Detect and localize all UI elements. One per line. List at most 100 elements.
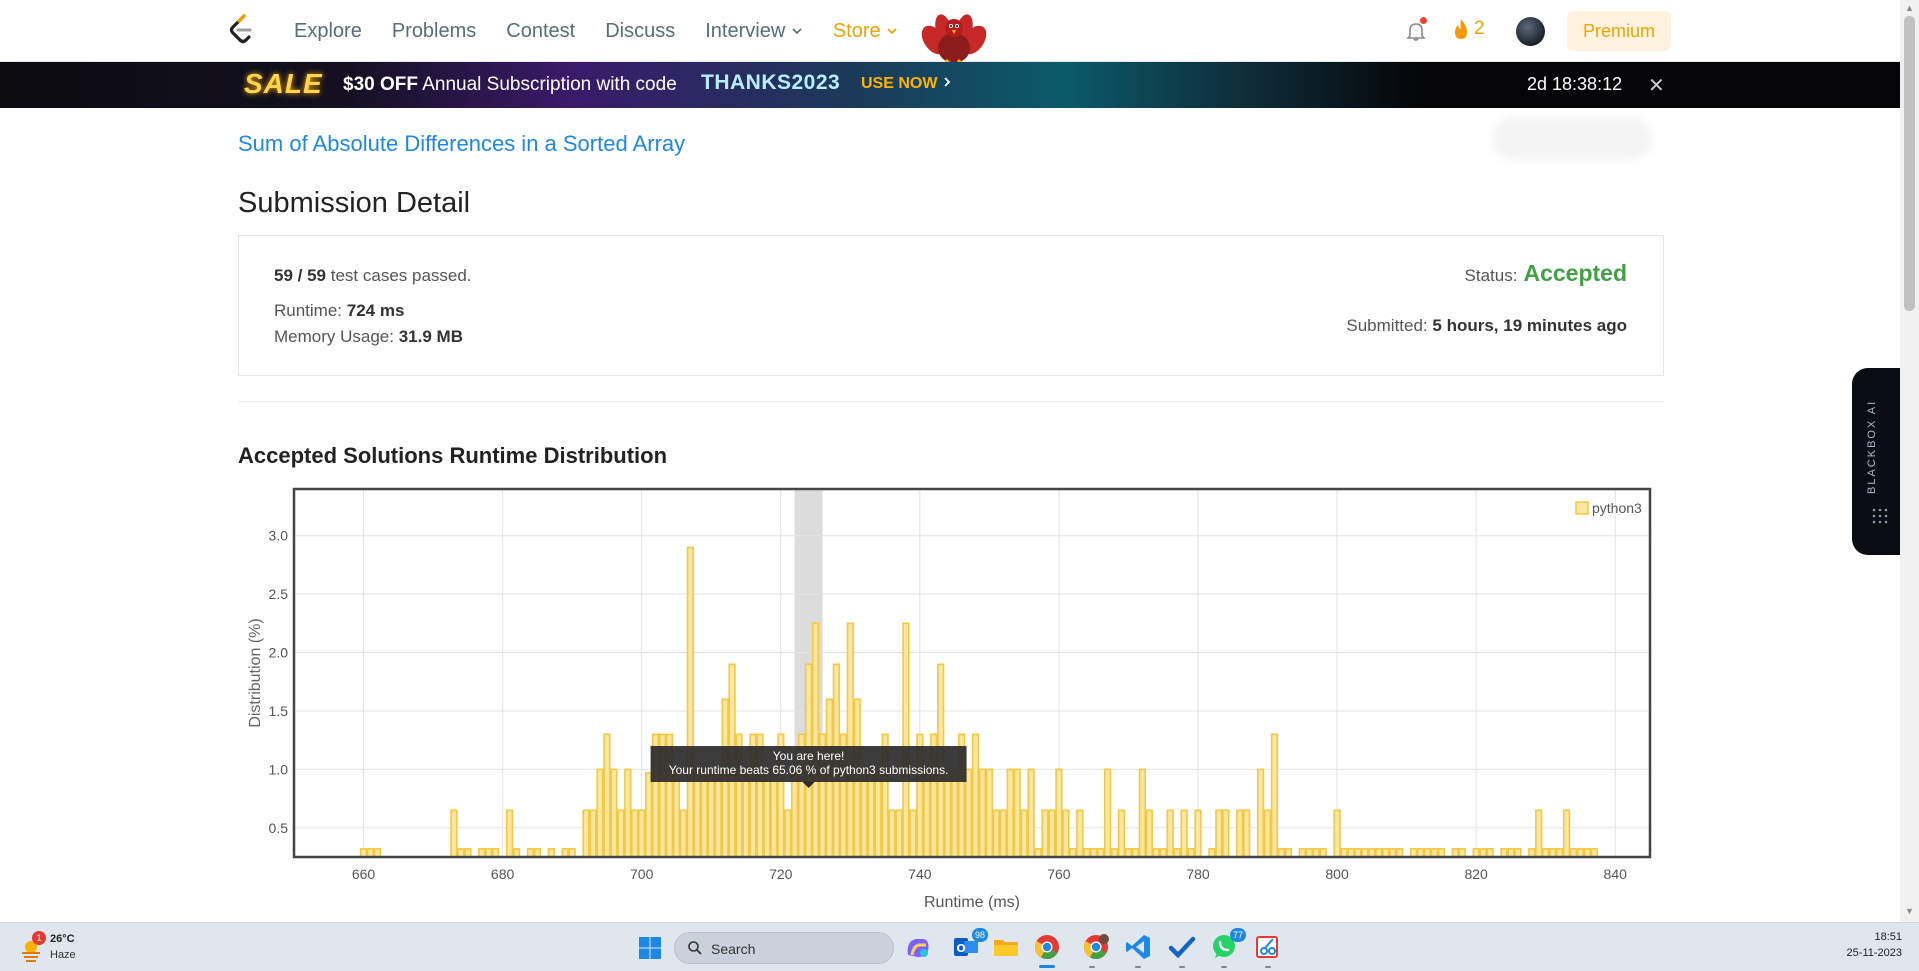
distribution-bar (1145, 809, 1153, 858)
distribution-bar (811, 622, 820, 858)
blurred-widget (1492, 118, 1652, 160)
top-navbar: Explore Problems Contest Discuss Intervi… (0, 0, 1900, 66)
distribution-bar (505, 809, 514, 858)
distribution-bar (638, 809, 646, 858)
x-tick-label: 680 (491, 866, 515, 882)
nav-contest[interactable]: Contest (506, 20, 575, 43)
search-placeholder: Search (711, 941, 756, 957)
legend-swatch (1575, 501, 1589, 515)
page-title: Submission Detail (238, 187, 471, 219)
use-now-link[interactable]: USE NOW (861, 75, 952, 93)
distribution-bar (860, 768, 868, 858)
distribution-bar (950, 768, 959, 858)
distribution-bar (714, 768, 722, 858)
distribution-bar (1236, 809, 1244, 858)
x-tick-label: 660 (352, 866, 376, 882)
taskbar-search[interactable]: Search (674, 932, 894, 964)
blackbox-label: BLACKBOX AI (1866, 399, 1878, 494)
x-tick-label: 780 (1186, 866, 1210, 882)
problem-link[interactable]: Sum of Absolute Differences in a Sorted … (238, 131, 685, 157)
chrome-icon[interactable] (1033, 933, 1061, 961)
runtime-label: Runtime: (274, 301, 343, 320)
y-tick-label: 1.5 (269, 703, 289, 719)
x-axis-label: Runtime (ms) (924, 894, 1020, 911)
runtime-row: Runtime: 724 ms (274, 301, 404, 321)
copilot-app-icon[interactable] (904, 933, 932, 961)
memory-label: Memory Usage: (274, 327, 394, 346)
outlook-app[interactable]: O 98 (952, 928, 988, 961)
distribution-bar (867, 768, 875, 858)
nav-problems[interactable]: Problems (392, 20, 476, 43)
scrollbar-thumb[interactable] (1904, 16, 1915, 311)
offer-amount: $30 OFF (343, 74, 418, 95)
whatsapp-badge: 77 (1230, 928, 1246, 942)
windows-start-icon[interactable] (638, 936, 662, 960)
close-banner-icon[interactable]: ✕ (1648, 73, 1665, 98)
weather-badge: 1 (32, 931, 46, 945)
todo-icon[interactable] (1168, 933, 1196, 961)
clock-date: 25-11-2023 (1846, 947, 1902, 959)
file-explorer-icon[interactable] (992, 933, 1020, 961)
chevron-down-icon (887, 27, 897, 34)
distribution-bar (603, 733, 611, 858)
x-tick-label: 760 (1047, 866, 1071, 882)
y-tick-label: 0.5 (269, 820, 289, 836)
blackbox-ai-panel[interactable]: BLACKBOX AI (1852, 368, 1904, 555)
distribution-bar (971, 733, 980, 858)
distribution-bar (624, 768, 632, 858)
page-scrollbar[interactable]: ▲ ▼ (1900, 0, 1919, 922)
distribution-bar (672, 768, 681, 858)
svg-text:O: O (956, 942, 965, 955)
page: Explore Problems Contest Discuss Intervi… (0, 0, 1919, 971)
submitted-value: 5 hours, 19 minutes ago (1432, 316, 1627, 335)
distribution-bar (1020, 809, 1028, 858)
test-cases-summary: 59 / 59 test cases passed. (274, 266, 472, 286)
distribution-bar (1048, 809, 1056, 858)
status-badge: Accepted (1523, 260, 1627, 286)
nav-explore[interactable]: Explore (294, 20, 362, 43)
promo-banner[interactable]: SALE $30 OFF Annual Subscription with co… (0, 62, 1900, 108)
nav-discuss[interactable]: Discuss (605, 20, 675, 43)
submitted-label: Submitted: (1346, 316, 1428, 335)
premium-button[interactable]: Premium (1567, 11, 1671, 51)
leetcode-logo-icon[interactable] (228, 14, 254, 46)
distribution-bar (631, 809, 639, 858)
nav-store[interactable]: Store (833, 20, 898, 43)
distribution-bar (964, 768, 973, 858)
distribution-bar (589, 809, 597, 858)
weather-widget[interactable]: 1 26°C Haze (18, 931, 138, 965)
runtime-value: 724 ms (346, 301, 405, 320)
memory-value: 31.9 MB (398, 327, 463, 346)
scroll-down-icon[interactable]: ▼ (1905, 906, 1914, 916)
running-indicator (1221, 966, 1227, 968)
cases-suffix: test cases passed. (330, 266, 472, 285)
distribution-bar (944, 768, 952, 858)
submission-summary-card: 59 / 59 test cases passed. Runtime: 724 … (238, 235, 1664, 376)
snipping-tool-icon[interactable] (1254, 933, 1282, 961)
chrome-profile-icon[interactable] (1082, 933, 1110, 961)
distribution-bar (846, 622, 854, 858)
use-now-label: USE NOW (861, 75, 938, 92)
distribution-bar (1103, 768, 1112, 858)
legend-label: python3 (1592, 500, 1642, 516)
streak-counter[interactable]: 2 (1452, 18, 1485, 40)
tooltip-title: You are here! (773, 749, 845, 763)
user-avatar[interactable] (1516, 17, 1545, 46)
distribution-bar (1076, 809, 1084, 858)
distribution-bar (909, 809, 917, 858)
clock-time: 18:51 (1874, 931, 1902, 943)
system-clock[interactable]: 18:51 25-11-2023 (1822, 931, 1902, 963)
scroll-up-icon[interactable]: ▲ (1905, 3, 1914, 13)
runtime-distribution-chart[interactable]: 660 680 700 720 740 760 780 800 820 840 0.5 1.0 1.5 2… (230, 480, 1670, 920)
distribution-bar (1194, 809, 1202, 858)
whatsapp-app[interactable]: 77 (1210, 928, 1246, 961)
chevron-down-icon (792, 27, 802, 34)
distribution-bar (1041, 809, 1049, 858)
nav-interview[interactable]: Interview (705, 20, 803, 43)
weather-temp: 26°C (50, 933, 75, 945)
cases-passed: 59 / 59 (274, 266, 326, 285)
vscode-icon[interactable] (1124, 933, 1152, 961)
y-tick-label: 1.0 (269, 761, 289, 777)
x-tick-label: 800 (1325, 866, 1349, 882)
distribution-bar (895, 809, 903, 858)
